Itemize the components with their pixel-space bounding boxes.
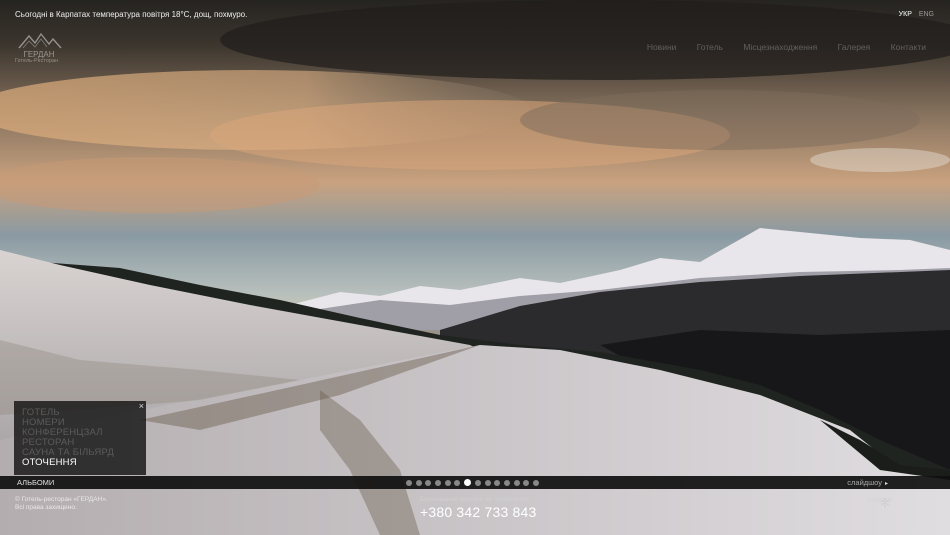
booking-info: Бронювання номерів за телефоном: +380 34… xyxy=(420,496,536,520)
album-item-surroundings[interactable]: ОТОЧЕННЯ xyxy=(22,458,114,468)
slide-pagination xyxy=(406,478,543,487)
copyright-line-1: © Готель-ресторан «ГЕРДАН». xyxy=(15,496,108,503)
slide-dot[interactable] xyxy=(484,479,491,486)
slide-dot[interactable] xyxy=(454,479,461,486)
albums-button[interactable]: АЛЬБОМИ xyxy=(17,478,54,487)
main-nav: Новини Готель Місцезнаходження Галерея К… xyxy=(629,42,926,52)
nav-item-hotel[interactable]: Готель xyxy=(697,42,723,52)
nav-item-location[interactable]: Місцезнаходження xyxy=(743,42,817,52)
slide-dot[interactable] xyxy=(415,479,422,486)
phone-number: +380 342 733 843 xyxy=(420,504,537,520)
play-arrow-icon: ▸ xyxy=(884,481,888,487)
album-list: ГОТЕЛЬ НОМЕРИ КОНФЕРЕНЦЗАЛ РЕСТОРАН САУН… xyxy=(22,408,114,468)
asterisk-icon: ✻ xyxy=(879,496,890,510)
slide-dot[interactable] xyxy=(474,479,481,486)
copyright-line-2: Всі права захищено. xyxy=(15,504,77,511)
slide-dot[interactable] xyxy=(444,479,451,486)
slide-dot[interactable] xyxy=(425,479,432,486)
slide-dot[interactable] xyxy=(523,479,530,486)
slide-dot[interactable] xyxy=(503,479,510,486)
booking-label: Бронювання номерів за телефоном: xyxy=(420,496,530,503)
top-bar: Сьогодні в Карпатах температура повітря … xyxy=(0,0,950,30)
slide-dot[interactable] xyxy=(494,479,501,486)
nav-item-gallery[interactable]: Галерея xyxy=(838,42,871,52)
logo-subtitle: Готель-Ресторан xyxy=(15,58,59,64)
slide-dot[interactable] xyxy=(406,479,412,486)
albums-bar: АЛЬБОМИ слайдшоу ▸ xyxy=(0,476,950,489)
lang-ukr[interactable]: УКР xyxy=(899,11,912,18)
nav-item-contacts[interactable]: Контакти xyxy=(891,42,926,52)
slide-dot[interactable] xyxy=(435,479,442,486)
slide-dot[interactable] xyxy=(464,479,472,486)
slideshow-label: слайдшоу xyxy=(847,478,882,487)
album-menu: × ГОТЕЛЬ НОМЕРИ КОНФЕРЕНЦЗАЛ РЕСТОРАН СА… xyxy=(14,401,146,475)
copyright: © Готель-ресторан «ГЕРДАН». Всі права за… xyxy=(15,496,108,512)
close-icon[interactable]: × xyxy=(139,401,144,411)
lang-eng[interactable]: ENG xyxy=(919,11,934,18)
slide-dot[interactable] xyxy=(532,479,539,486)
nav-item-news[interactable]: Новини xyxy=(647,42,677,52)
slide-dot[interactable] xyxy=(513,479,520,486)
weather-info: Сьогодні в Карпатах температура повітря … xyxy=(15,10,248,19)
language-switcher: УКР ENG xyxy=(894,11,934,18)
slideshow-button[interactable]: слайдшоу ▸ xyxy=(847,478,888,487)
